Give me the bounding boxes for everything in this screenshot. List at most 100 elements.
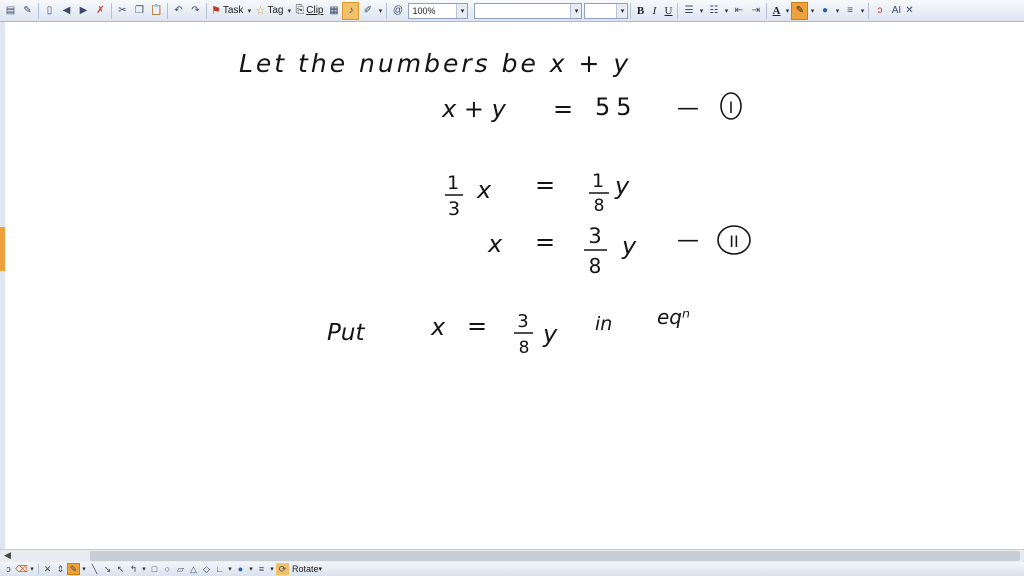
chevron-down-icon: ▾ <box>616 3 628 18</box>
eraser-dropdown[interactable]: ▾ <box>28 563 36 575</box>
delete-icon[interactable]: ✗ <box>92 2 109 20</box>
undo-icon[interactable]: ↶ <box>170 2 187 20</box>
ellipse-icon[interactable]: ○ <box>161 563 174 575</box>
rotate-icon[interactable]: ⟳ <box>276 563 289 575</box>
rectangle-icon[interactable]: □ <box>148 563 161 575</box>
bullet-list-icon[interactable]: ☰ <box>680 2 697 20</box>
redo-icon[interactable]: ↷ <box>187 2 204 20</box>
scroll-left-icon[interactable]: ◀ <box>4 550 11 561</box>
italic-button[interactable]: I <box>647 2 661 20</box>
parallelogram-icon[interactable]: ▱ <box>174 563 187 575</box>
color-dropdown[interactable]: ▾ <box>247 563 255 575</box>
underline-button[interactable]: U <box>661 2 675 20</box>
forward-icon[interactable]: ▶ <box>75 2 92 20</box>
fill-color-icon[interactable]: ● <box>816 2 833 20</box>
toolbar-divider <box>630 2 632 19</box>
font-size-select[interactable]: ▾ <box>584 2 629 19</box>
eq2-equals: = <box>535 171 555 199</box>
lasso-select-icon[interactable]: ↄ <box>2 563 15 575</box>
arrow-line-icon[interactable]: ↘ <box>101 563 114 575</box>
eq3-lhs: x <box>487 230 503 258</box>
decrease-indent-icon[interactable]: ⇤ <box>730 2 747 20</box>
back-icon[interactable]: ◀ <box>58 2 75 20</box>
at-icon[interactable]: @ <box>389 2 406 20</box>
scrollbar-thumb[interactable] <box>90 551 1020 561</box>
eq2-lhs-denominator: 3 <box>448 198 460 220</box>
zoom-select[interactable]: 100% ▾ <box>408 2 469 19</box>
line-weight-icon[interactable]: ≡ <box>255 563 268 575</box>
horizontal-scrollbar[interactable]: ◀ <box>0 549 1024 562</box>
insert-space-icon[interactable]: ⇕ <box>54 563 67 575</box>
eraser-icon[interactable]: ⌫ <box>15 563 28 575</box>
copy-icon[interactable]: ❐ <box>131 2 148 20</box>
table-icon[interactable]: ▦ <box>325 2 342 20</box>
highlighter-dropdown-arrow[interactable]: ▾ <box>376 2 384 20</box>
eq3-label: II <box>729 232 738 251</box>
font-color-button[interactable]: A <box>769 2 783 20</box>
task-label: Task <box>222 5 244 16</box>
highlight-color-icon[interactable]: ✎ <box>791 1 809 20</box>
new-page-icon[interactable]: ▯ <box>41 2 58 20</box>
connector-icon[interactable]: ↰ <box>127 563 140 575</box>
eq1-rhs: 55 <box>595 93 638 121</box>
close-icon[interactable]: ✕ <box>904 2 914 20</box>
highlight-color-dropdown[interactable]: ▾ <box>808 2 816 20</box>
drawing-toolbar: ↄ ⌫ ▾ ✕ ⇕ ✎ ▾ ╲ ↘ ↖ ↰ ▾ □ ○ ▱ △ ◇ ∟ ▾ ● … <box>0 562 1024 576</box>
eq2-rhs-denominator: 8 <box>594 196 605 216</box>
double-arrow-icon[interactable]: ↖ <box>114 563 127 575</box>
line4-put: Put <box>327 320 365 346</box>
highlighter-icon[interactable]: ✐ <box>359 2 376 20</box>
pen-icon[interactable]: ✎ <box>19 2 36 20</box>
fill-color-dropdown[interactable]: ▾ <box>833 2 841 20</box>
rotate-label: Rotate <box>292 564 319 574</box>
chevron-down-icon: ▾ <box>570 3 582 18</box>
rotate-button[interactable]: Rotate ▾ <box>289 563 325 575</box>
diamond-icon[interactable]: ◇ <box>200 563 213 575</box>
line-style-icon[interactable]: ≡ <box>841 2 858 20</box>
lasso-icon[interactable]: ↄ <box>871 2 888 20</box>
font-name-select[interactable]: ▾ <box>474 2 583 19</box>
line4-equals: = <box>467 312 487 340</box>
connector-dropdown[interactable]: ▾ <box>140 563 148 575</box>
bullet-list-dropdown[interactable]: ▾ <box>697 2 705 20</box>
handwritten-notes[interactable]: Let the numbers be x + y x + y = 55 — I … <box>5 22 1024 549</box>
line-weight-dropdown[interactable]: ▾ <box>268 563 276 575</box>
eq1-lhs: x + y <box>441 95 507 123</box>
pen-tool-icon[interactable]: ✎ <box>67 563 80 575</box>
line-tool-icon[interactable]: ╲ <box>88 563 101 575</box>
task-dropdown-arrow[interactable]: ▾ <box>245 2 253 20</box>
increase-indent-icon[interactable]: ⇥ <box>747 2 764 20</box>
task-button[interactable]: ⚑ Task <box>209 2 245 20</box>
eq2-rhs-var: y <box>614 172 630 200</box>
note-line-intro: Let the numbers be x + y <box>239 49 631 78</box>
line4-eqn: eqⁿ <box>657 305 690 329</box>
ai-button[interactable]: AI <box>888 2 904 20</box>
eq3-rhs-numerator: 3 <box>588 224 601 248</box>
note-canvas[interactable]: Let the numbers be x + y x + y = 55 — I … <box>5 22 1024 549</box>
numbered-list-icon[interactable]: ☷ <box>705 2 722 20</box>
cut-icon[interactable]: ✂ <box>114 2 131 20</box>
color-picker-icon[interactable]: ● <box>234 563 247 575</box>
main-toolbar: ▤ ✎ ▯ ◀ ▶ ✗ ✂ ❐ 📋 ↶ ↷ ⚑ Task ▾ ☆ Tag ▾ ⎘… <box>0 0 1024 22</box>
notebook-icon[interactable]: ▤ <box>2 2 19 20</box>
bold-button[interactable]: B <box>633 2 647 20</box>
pen-dropdown[interactable]: ▾ <box>80 563 88 575</box>
toolbar-divider <box>677 2 679 19</box>
toolbar-divider <box>868 2 870 19</box>
tag-dropdown-arrow[interactable]: ▾ <box>285 2 293 20</box>
eq1-label: I <box>729 98 734 117</box>
tag-button[interactable]: ☆ Tag <box>253 2 285 20</box>
line4-denominator: 8 <box>519 338 530 358</box>
triangle-icon[interactable]: △ <box>187 563 200 575</box>
axis-icon[interactable]: ∟ <box>213 563 226 575</box>
numbered-list-dropdown[interactable]: ▾ <box>722 2 730 20</box>
paste-icon[interactable]: 📋 <box>148 2 165 20</box>
eq2-lhs-var: x <box>476 176 492 204</box>
shapes-dropdown[interactable]: ▾ <box>226 563 234 575</box>
delete-ink-icon[interactable]: ✕ <box>41 563 54 575</box>
audio-icon[interactable]: ♪ <box>342 1 360 20</box>
font-color-dropdown[interactable]: ▾ <box>783 2 791 20</box>
line-style-dropdown[interactable]: ▾ <box>858 2 866 20</box>
eq2-rhs-numerator: 1 <box>592 170 604 192</box>
clip-button[interactable]: ⎘ Clip <box>293 2 325 20</box>
